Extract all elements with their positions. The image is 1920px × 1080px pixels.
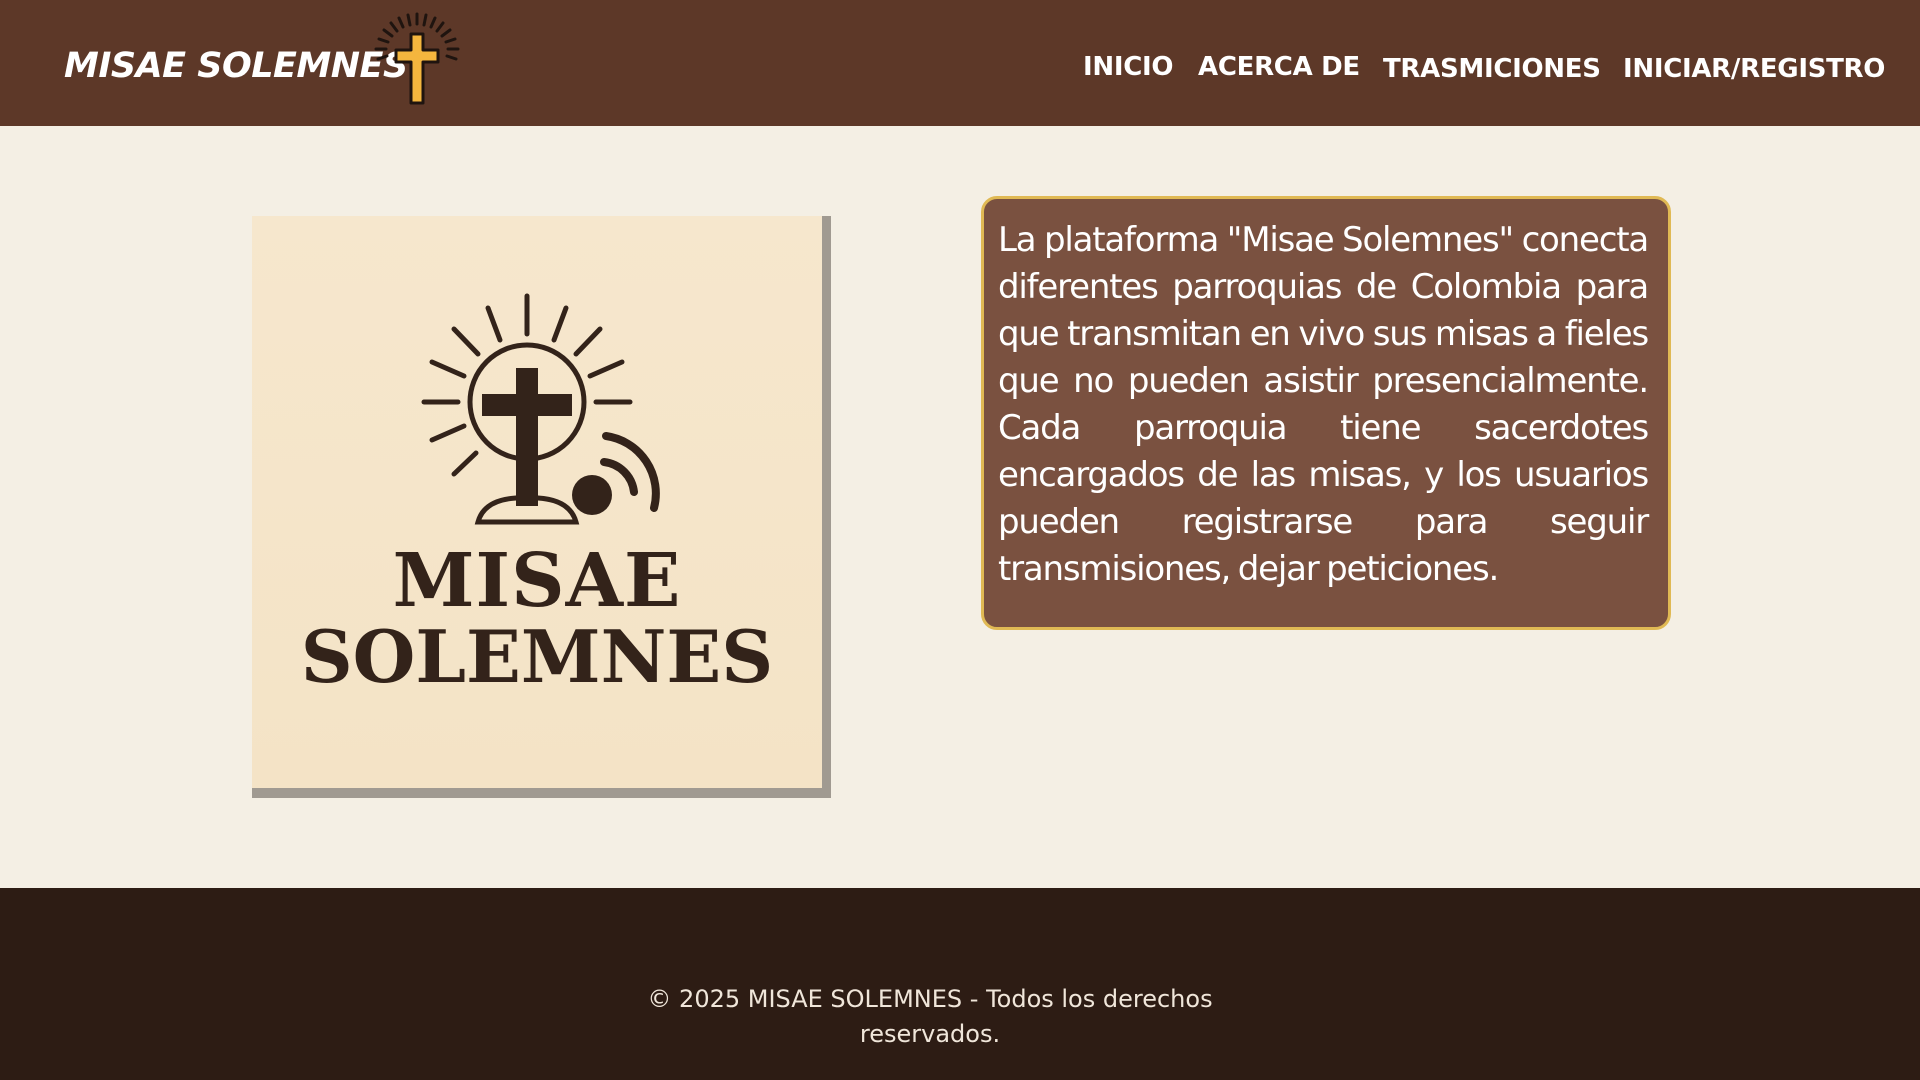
site-header: MISAE SOLEMNES INICIO ACERCA DE TRASMICI… [0,0,1920,126]
cross-sun-broadcast-icon [421,293,660,525]
nav-inicio[interactable]: INICIO [1083,52,1173,92]
description-box: La plataforma "Misae Solemnes" conecta d… [981,196,1671,630]
description-text: La plataforma "Misae Solemnes" conecta d… [998,220,1649,589]
logo-card: MISAE SOLEMNES [252,216,822,788]
nav-acerca-de[interactable]: ACERCA DE [1198,52,1360,92]
cross-with-rays-icon [374,12,460,105]
footer-copyright: © 2025 MISAE SOLEMNES - Todos los derech… [647,985,1213,1048]
brand-title[interactable]: MISAE SOLEMNES [64,46,408,86]
logo-title-line-2: SOLEMNES [300,614,774,699]
nav-iniciar-registro[interactable]: INICIAR/REGISTRO [1623,54,1885,94]
nav-trasmiciones[interactable]: TRASMICIONES [1383,54,1601,94]
logo-title-line-1: MISAE [392,538,682,624]
